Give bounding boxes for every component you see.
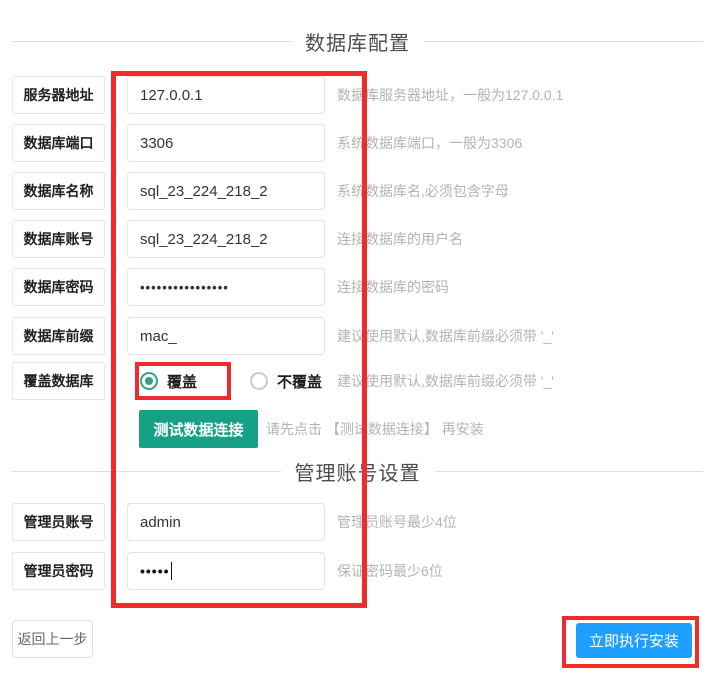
- divider-line: [12, 41, 291, 42]
- admin-password-hint: 保证密码最少6位: [337, 552, 443, 590]
- admin-user-input[interactable]: [127, 503, 325, 541]
- divider-line: [424, 41, 703, 42]
- radio-unselected-icon: [250, 372, 268, 390]
- db-user-input[interactable]: [127, 220, 325, 258]
- overwrite-label: 覆盖数据库: [12, 362, 105, 400]
- form-row-db-port: 数据库端口 系统数据库端口，一般为3306: [0, 124, 711, 162]
- form-row-overwrite: 覆盖数据库 覆盖 不覆盖 建议使用默认,数据库前缀必须带 '_': [0, 362, 711, 400]
- db-name-hint: 系统数据库名,必须包含字母: [337, 172, 509, 210]
- install-button[interactable]: 立即执行安装: [576, 623, 692, 658]
- section-title-database: 数据库配置: [305, 27, 410, 56]
- test-connection-button[interactable]: 测试数据连接: [139, 410, 258, 448]
- radio-selected-icon: [140, 372, 158, 390]
- admin-user-label: 管理员账号: [12, 503, 105, 541]
- server-address-input[interactable]: [127, 76, 325, 114]
- form-row-test-connection: 测试数据连接 请先点击 【测试数据连接】 再安装: [0, 410, 711, 448]
- db-password-label: 数据库密码: [12, 268, 105, 306]
- db-password-input[interactable]: [127, 268, 325, 306]
- text-caret: [171, 562, 172, 580]
- db-password-hint: 连接数据库的密码: [337, 268, 449, 306]
- admin-user-hint: 管理员账号最少4位: [337, 503, 457, 541]
- server-address-label: 服务器地址: [12, 76, 105, 114]
- form-row-db-password: 数据库密码 连接数据库的密码: [0, 268, 711, 306]
- db-user-hint: 连接数据库的用户名: [337, 220, 463, 258]
- admin-password-value: •••••: [140, 563, 170, 579]
- admin-section-header: 管理账号设置: [12, 458, 703, 484]
- form-row-db-user: 数据库账号 连接数据库的用户名: [0, 220, 711, 258]
- section-title-admin: 管理账号设置: [295, 457, 421, 486]
- install-wizard-page: 数据库配置 服务器地址 数据库服务器地址，一般为127.0.0.1 数据库端口 …: [0, 0, 711, 677]
- db-prefix-input[interactable]: [127, 317, 325, 355]
- radio-overwrite-no-label: 不覆盖: [277, 371, 322, 392]
- form-row-db-prefix: 数据库前缀 建议使用默认,数据库前缀必须带 '_': [0, 317, 711, 355]
- server-address-hint: 数据库服务器地址，一般为127.0.0.1: [337, 76, 563, 114]
- form-row-admin-password: 管理员密码 ••••• 保证密码最少6位: [0, 552, 711, 590]
- radio-overwrite-yes-label: 覆盖: [167, 371, 197, 392]
- db-user-label: 数据库账号: [12, 220, 105, 258]
- database-section-header: 数据库配置: [12, 28, 703, 54]
- db-port-input[interactable]: [127, 124, 325, 162]
- test-connection-hint: 请先点击 【测试数据连接】 再安装: [266, 410, 484, 448]
- admin-password-label: 管理员密码: [12, 552, 105, 590]
- radio-overwrite-no[interactable]: 不覆盖: [250, 371, 322, 392]
- divider-line: [435, 471, 704, 472]
- db-name-label: 数据库名称: [12, 172, 105, 210]
- db-port-hint: 系统数据库端口，一般为3306: [337, 124, 522, 162]
- db-port-label: 数据库端口: [12, 124, 105, 162]
- divider-line: [12, 471, 281, 472]
- overwrite-hint: 建议使用默认,数据库前缀必须带 '_': [337, 362, 554, 400]
- db-prefix-label: 数据库前缀: [12, 317, 105, 355]
- db-name-input[interactable]: [127, 172, 325, 210]
- form-row-server-address: 服务器地址 数据库服务器地址，一般为127.0.0.1: [0, 76, 711, 114]
- overwrite-radio-group: 覆盖 不覆盖: [140, 362, 322, 400]
- db-prefix-hint: 建议使用默认,数据库前缀必须带 '_': [337, 317, 554, 355]
- back-button[interactable]: 返回上一步: [12, 620, 93, 658]
- form-row-db-name: 数据库名称 系统数据库名,必须包含字母: [0, 172, 711, 210]
- radio-overwrite-yes[interactable]: 覆盖: [140, 371, 197, 392]
- form-row-admin-user: 管理员账号 管理员账号最少4位: [0, 503, 711, 541]
- admin-password-input[interactable]: •••••: [127, 552, 325, 590]
